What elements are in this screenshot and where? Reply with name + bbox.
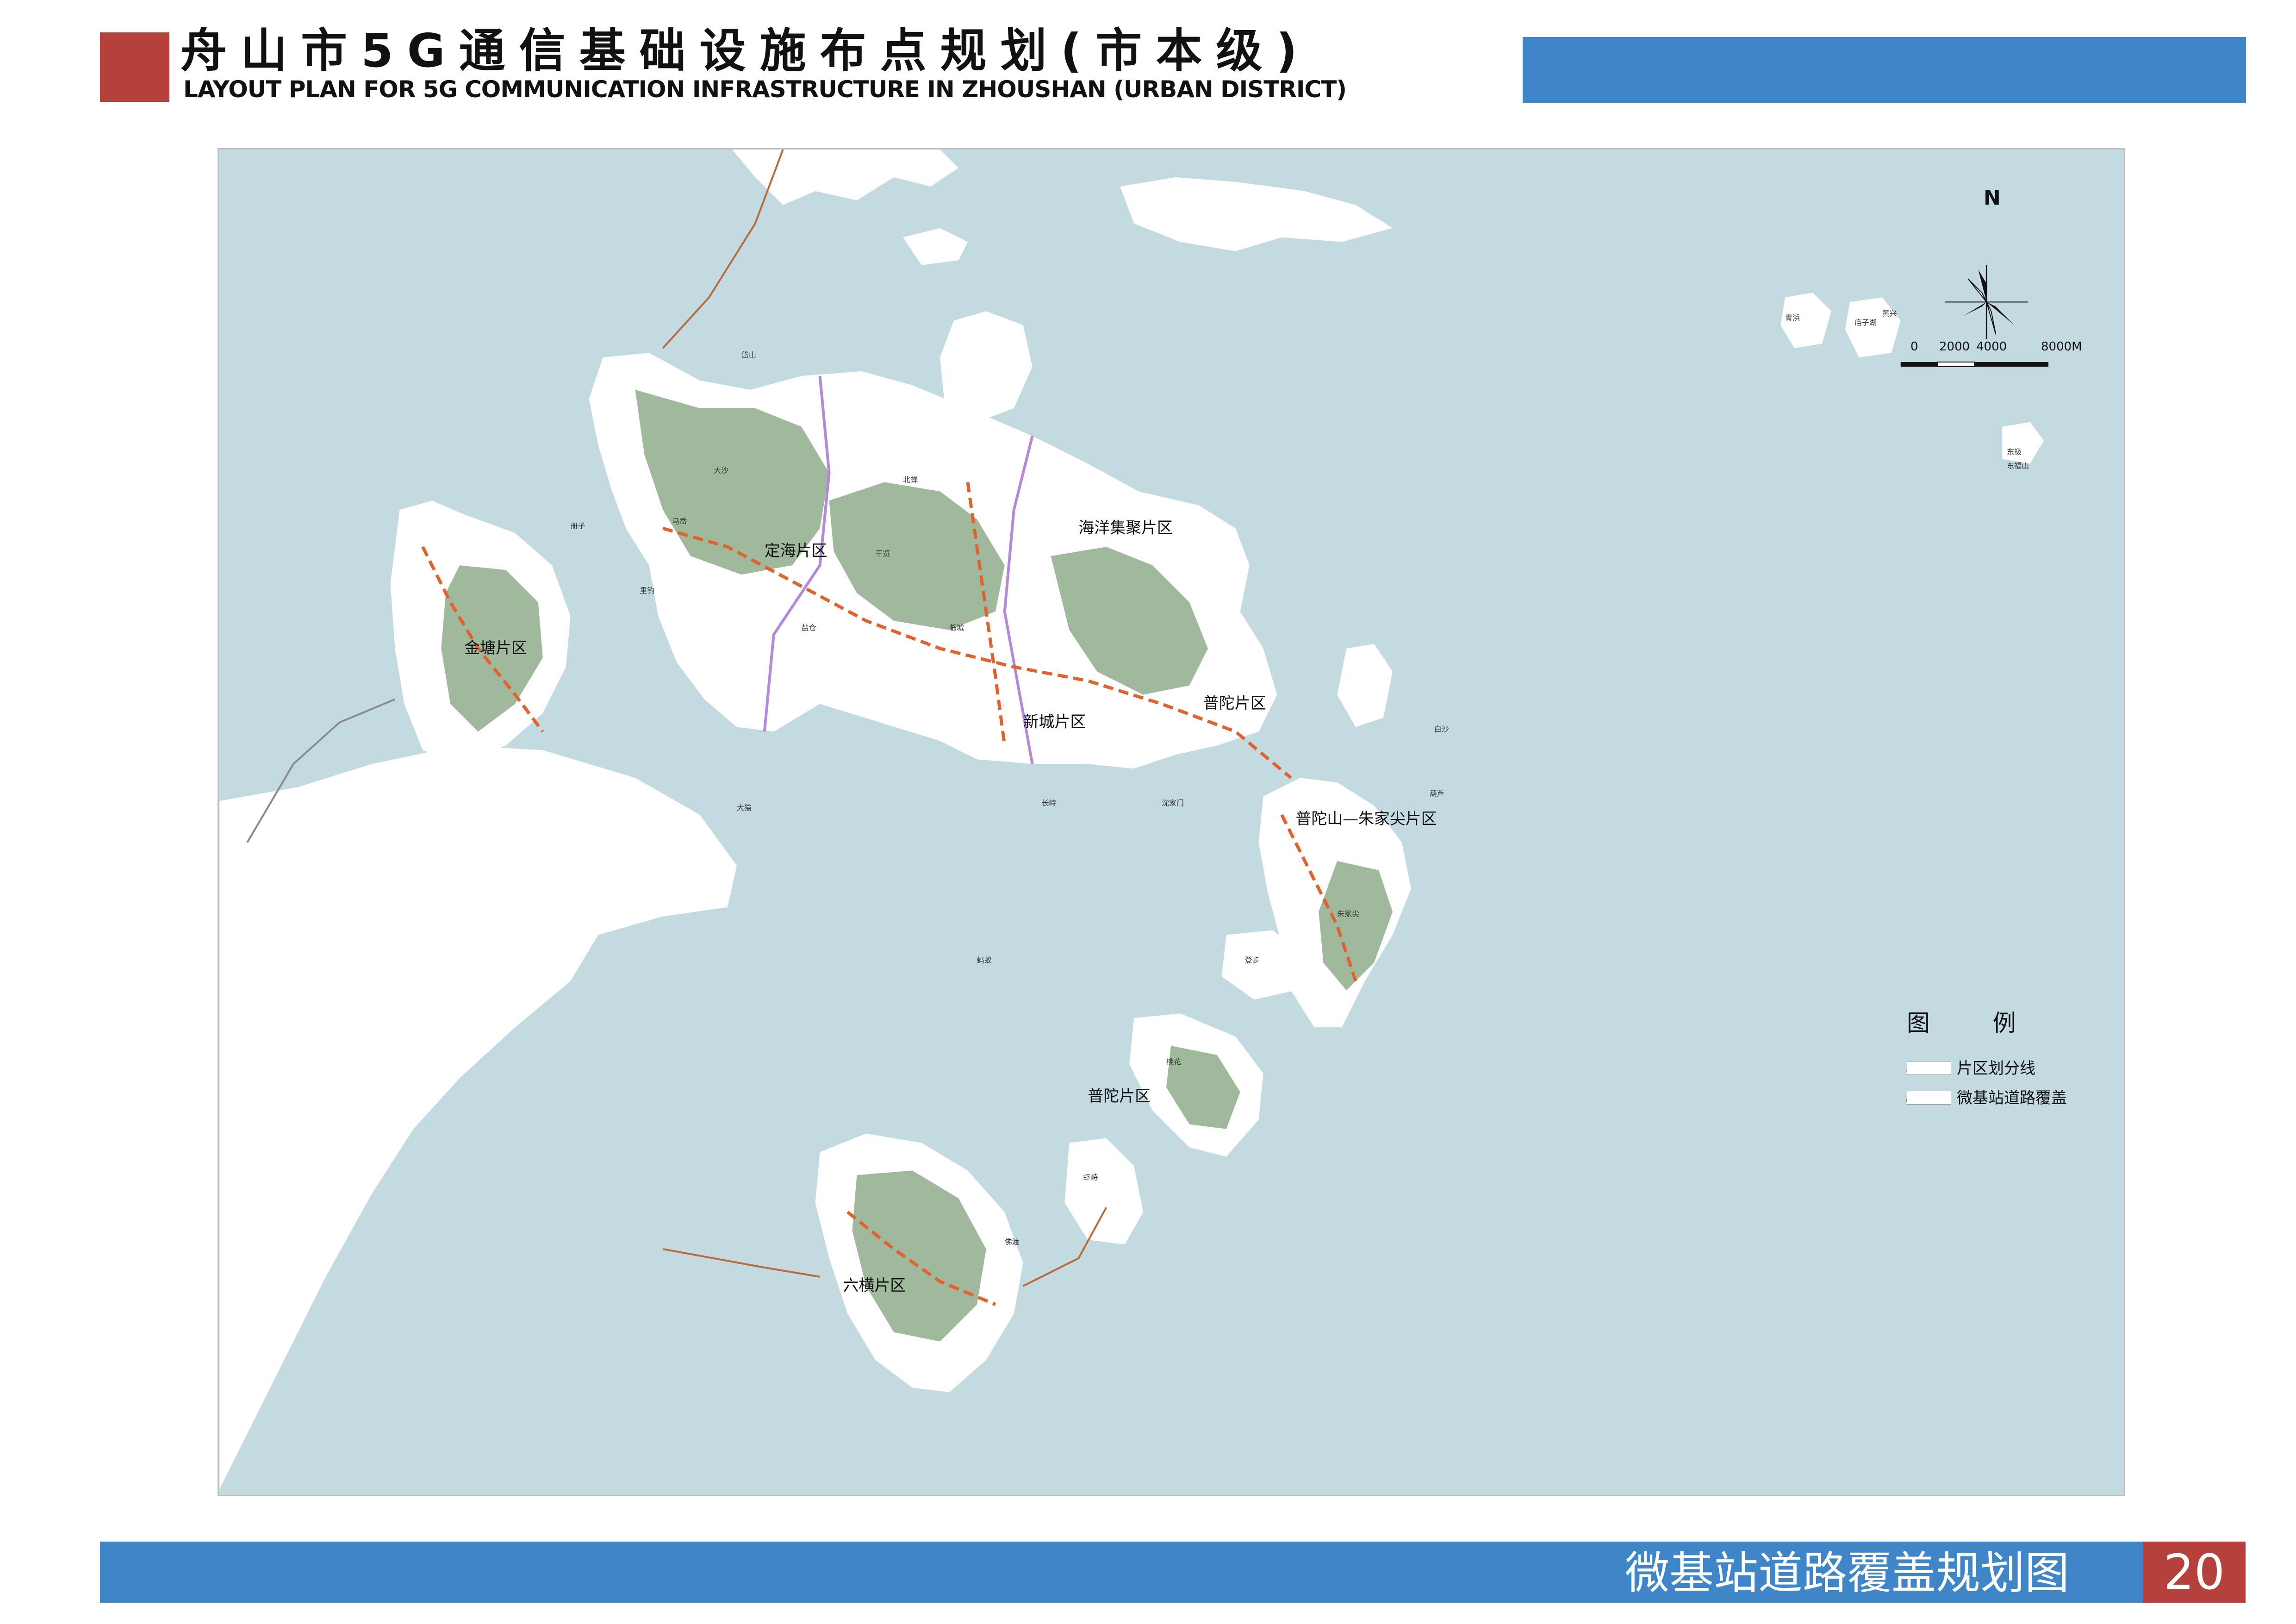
place-label: 沈家门 bbox=[1162, 799, 1184, 807]
district-label: 定海片区 bbox=[765, 542, 828, 560]
page-title-cn: 舟山市5G通信基础设施布点规划(市本级) bbox=[180, 24, 1312, 78]
district-label: 普陀山—朱家尖片区 bbox=[1295, 810, 1437, 828]
place-label: 临城 bbox=[949, 623, 964, 632]
district-label: 海洋集聚片区 bbox=[1078, 518, 1172, 537]
place-label: 大沙 bbox=[714, 466, 728, 475]
district-label: 普陀片区 bbox=[1203, 694, 1266, 712]
place-label: 岱山 bbox=[741, 350, 756, 359]
place-label: 黄兴 bbox=[1882, 309, 1897, 318]
place-label: 长峙 bbox=[1042, 799, 1057, 807]
scale-label: 0 bbox=[1910, 340, 1918, 354]
place-label: 干览 bbox=[875, 549, 890, 558]
scale-bar bbox=[1900, 362, 2049, 368]
place-label: 虾峙 bbox=[1083, 1173, 1098, 1181]
district-label: 普陀片区 bbox=[1088, 1087, 1151, 1105]
district-label: 新城片区 bbox=[1023, 712, 1086, 731]
place-label: 里钓 bbox=[640, 586, 654, 595]
place-label: 佛渡 bbox=[1005, 1237, 1020, 1246]
page-title-en: LAYOUT PLAN FOR 5G COMMUNICATION INFRAST… bbox=[183, 76, 1347, 103]
legend-label: 微基站道路覆盖 bbox=[1957, 1089, 2067, 1107]
place-label: 青浜 bbox=[1785, 313, 1800, 322]
district-label: 金塘片区 bbox=[464, 639, 527, 657]
compass-north-label: N bbox=[1984, 186, 2001, 210]
page-number: 20 bbox=[2143, 1542, 2246, 1603]
map-canvas: 定海片区 海洋集聚片区 金塘片区 新城片区 普陀片区 普陀山—朱家尖片区 普陀片… bbox=[219, 150, 2123, 1495]
place-label: 马岙 bbox=[672, 517, 687, 525]
dashed-road-coverage-swatch bbox=[1907, 1091, 1951, 1105]
legend-label: 片区划分线 bbox=[1957, 1059, 2035, 1078]
legend-title: 图 例 bbox=[1907, 1010, 2044, 1037]
place-label: 东极 bbox=[2007, 448, 2022, 456]
scale-label: 2000 bbox=[1939, 340, 1970, 354]
place-label: 东福山 bbox=[2007, 462, 2029, 470]
place-label: 蚂蚁 bbox=[977, 956, 992, 964]
footer-title: 微基站道路覆盖规划图 bbox=[1625, 1547, 2069, 1599]
place-label: 北蝉 bbox=[903, 475, 918, 484]
place-label: 庙子湖 bbox=[1854, 318, 1877, 327]
place-label: 盐仓 bbox=[802, 623, 816, 632]
scale-label: 4000 bbox=[1976, 340, 2007, 354]
header-accent-bar bbox=[1523, 37, 2246, 103]
place-label: 册子 bbox=[571, 521, 585, 530]
place-label: 朱家尖 bbox=[1337, 910, 1359, 918]
district-boundary-line-swatch bbox=[1907, 1061, 1951, 1075]
place-label: 桃花 bbox=[1166, 1057, 1181, 1066]
header-accent-block bbox=[100, 32, 169, 102]
district-label: 六横片区 bbox=[843, 1276, 906, 1294]
map-frame: 定海片区 海洋集聚片区 金塘片区 新城片区 普陀片区 普陀山—朱家尖片区 普陀片… bbox=[218, 148, 2125, 1496]
scale-label: 8000M bbox=[2041, 340, 2082, 354]
place-label: 大猫 bbox=[737, 803, 752, 812]
place-label: 登步 bbox=[1245, 956, 1260, 964]
place-label: 葫芦 bbox=[1430, 789, 1444, 798]
place-label: 白沙 bbox=[1434, 725, 1449, 733]
